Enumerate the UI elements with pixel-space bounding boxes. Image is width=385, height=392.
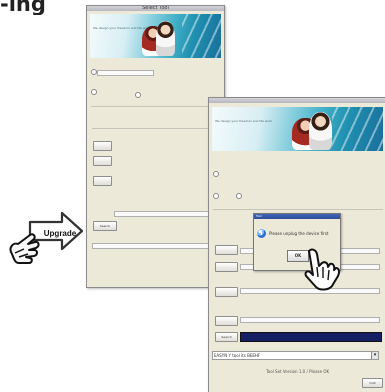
back-group-line-1 <box>91 106 217 107</box>
back-status-field <box>92 243 214 249</box>
front-window-titlebar <box>209 98 385 103</box>
front-group-line-1 <box>213 209 383 210</box>
front-banner-image: We design your freedom and life work <box>212 107 383 151</box>
screenshot-canvas: { "page": { "fragment_heading": "-ing" }… <box>0 0 385 392</box>
pointing-hand-icon <box>9 233 40 264</box>
front-footer-text: Tool Set Version 1.0 / Please OK <box>266 369 330 374</box>
back-group-line-2 <box>92 128 218 129</box>
information-icon: i <box>257 229 266 238</box>
front-device-select[interactable]: EASYN Y tool its BEEHF ▾ <box>212 351 379 360</box>
front-path-field[interactable] <box>240 317 380 323</box>
dialog-title: Tool <box>254 214 340 219</box>
front-progress-bar <box>240 332 382 342</box>
back-field-1[interactable] <box>97 70 154 76</box>
hand-cursor-icon <box>304 248 341 291</box>
back-step-button-1[interactable] <box>93 141 112 151</box>
front-banner-caption: We design your freedom and life work <box>215 119 273 123</box>
front-step-button-3[interactable] <box>215 287 238 297</box>
back-window-titlebar: Select Tool <box>87 6 224 11</box>
back-radio-2[interactable] <box>91 89 97 95</box>
front-radio-3[interactable] <box>236 193 242 199</box>
back-banner-person-right <box>156 21 175 56</box>
front-browse-button[interactable] <box>215 316 238 326</box>
front-banner-stripes <box>332 107 383 151</box>
dialog-message: Please unplug the device first <box>269 231 329 236</box>
front-quit-button[interactable]: Quit <box>362 378 383 388</box>
front-banner-person-right <box>309 112 332 150</box>
chevron-down-icon[interactable]: ▾ <box>371 352 378 359</box>
back-app-window: Select Tool We design your freedom and l… <box>86 5 225 288</box>
front-step-button-1[interactable] <box>215 245 238 255</box>
back-path-field[interactable] <box>114 211 212 217</box>
cropped-heading: -ing <box>0 0 46 15</box>
back-step-button-2[interactable] <box>93 156 112 166</box>
back-search-button[interactable]: Search <box>93 221 117 231</box>
back-banner-caption: We design your freedom and life work <box>93 26 151 30</box>
back-banner-stripes <box>182 14 221 58</box>
front-progress-fill <box>241 333 381 341</box>
front-radio-2[interactable] <box>213 193 219 199</box>
front-device-select-value: EASYN Y tool its BEEHF <box>214 353 261 358</box>
back-banner-image: We design your freedom and life work <box>90 14 221 58</box>
front-step-button-2[interactable] <box>215 262 238 272</box>
front-radio-1[interactable] <box>213 171 219 177</box>
front-search-button[interactable]: Search <box>215 332 238 342</box>
back-step-button-3[interactable] <box>93 176 112 186</box>
upgrade-label: Upgrade <box>43 229 77 238</box>
back-radio-3[interactable] <box>135 92 141 98</box>
